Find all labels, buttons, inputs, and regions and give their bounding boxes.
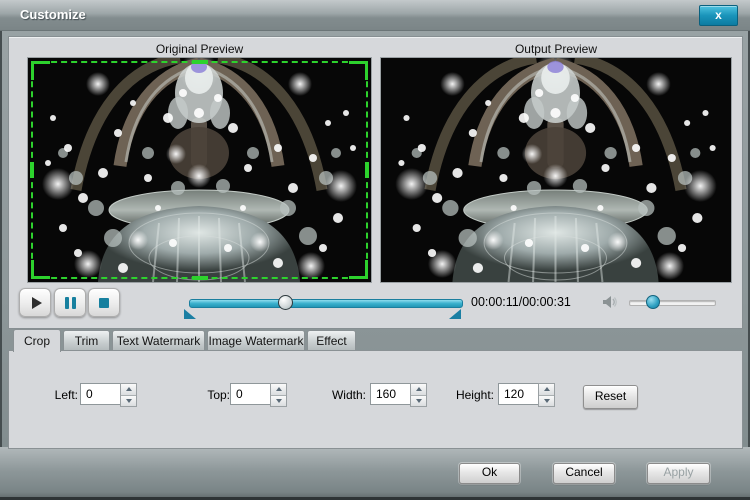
trim-end-marker[interactable] — [449, 309, 461, 319]
volume-handle[interactable] — [646, 295, 660, 309]
cancel-button[interactable]: Cancel — [553, 463, 615, 484]
video-frame — [381, 58, 731, 282]
crop-handle-top-right[interactable] — [349, 61, 368, 80]
left-spin-down[interactable] — [121, 395, 136, 406]
volume-slider[interactable] — [629, 300, 716, 306]
output-preview — [380, 57, 732, 283]
tab-image-watermark[interactable]: Image Watermark — [207, 330, 305, 351]
crop-handle-top-left[interactable] — [31, 61, 50, 80]
preview-panel: Original Preview Output Preview 00:00:11… — [8, 36, 743, 329]
width-spin-down[interactable] — [411, 395, 426, 406]
width-label: Width: — [331, 388, 366, 402]
seek-bar[interactable] — [189, 299, 463, 308]
tab-crop[interactable]: Crop — [13, 329, 61, 352]
play-button[interactable] — [19, 288, 51, 317]
top-label: Top: — [207, 388, 230, 402]
left-stepper — [80, 383, 137, 407]
stop-icon — [99, 297, 109, 308]
original-preview[interactable] — [27, 57, 372, 283]
width-field[interactable] — [370, 383, 410, 405]
crop-handle-left[interactable] — [30, 162, 34, 178]
crop-tab-panel: Left: Top: Width: Height: Reset — [8, 350, 743, 449]
left-label: Left: — [54, 388, 78, 402]
crop-handle-bottom-right[interactable] — [349, 260, 368, 279]
original-preview-label: Original Preview — [155, 42, 244, 56]
time-display: 00:00:11/00:00:31 — [471, 295, 571, 309]
tab-trim[interactable]: Trim — [63, 330, 110, 351]
crop-handle-right[interactable] — [365, 162, 369, 178]
pause-button[interactable] — [54, 288, 86, 317]
height-spin-up[interactable] — [539, 384, 554, 396]
close-button[interactable]: x — [699, 5, 738, 26]
reset-button[interactable]: Reset — [583, 385, 638, 409]
pause-icon — [64, 296, 76, 309]
customize-dialog: Customize x Original Preview Output Prev… — [0, 0, 750, 500]
window-title: Customize — [20, 7, 86, 22]
seek-handle[interactable] — [278, 295, 293, 310]
height-spin-down[interactable] — [539, 395, 554, 406]
height-field[interactable] — [498, 383, 538, 405]
crop-handle-top[interactable] — [191, 60, 208, 64]
tab-effect[interactable]: Effect — [307, 330, 356, 351]
height-label: Height: — [455, 388, 494, 402]
crop-handle-bottom-left[interactable] — [31, 260, 50, 279]
volume-icon — [603, 296, 617, 308]
top-spin-up[interactable] — [271, 384, 286, 396]
trim-start-marker[interactable] — [184, 309, 196, 319]
close-icon: x — [715, 8, 722, 22]
output-preview-label: Output Preview — [514, 42, 598, 56]
width-spin-up[interactable] — [411, 384, 426, 396]
crop-overlay[interactable] — [30, 60, 369, 280]
footer-bar: Ok Cancel Apply — [0, 447, 750, 500]
top-spin-down[interactable] — [271, 395, 286, 406]
left-field[interactable] — [80, 383, 120, 405]
top-stepper — [230, 383, 287, 407]
top-field[interactable] — [230, 383, 270, 405]
stop-button[interactable] — [88, 288, 120, 317]
crop-handle-bottom[interactable] — [191, 276, 208, 280]
apply-button[interactable]: Apply — [647, 463, 710, 484]
title-bar: Customize x — [0, 0, 750, 31]
ok-button[interactable]: Ok — [459, 463, 520, 484]
height-stepper — [498, 383, 555, 407]
tab-text-watermark[interactable]: Text Watermark — [112, 330, 205, 351]
left-spin-up[interactable] — [121, 384, 136, 396]
width-stepper — [370, 383, 427, 407]
play-icon — [31, 296, 42, 309]
